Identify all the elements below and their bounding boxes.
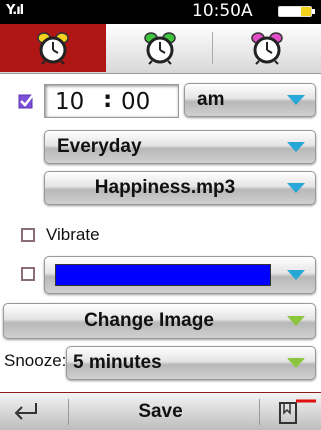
- alarm-clock-icon: [143, 32, 176, 65]
- ampm-value: am: [197, 89, 225, 110]
- signal-icon: Y.ıl: [6, 3, 24, 18]
- alarm-enabled-checkbox[interactable]: [18, 92, 34, 109]
- repeat-select[interactable]: Everyday: [44, 130, 316, 164]
- snooze-value: 5 minutes: [73, 352, 162, 373]
- softkey-bar: Save: [0, 392, 321, 430]
- hour-field[interactable]: 10: [55, 89, 84, 115]
- alarm-settings-panel: 10 : 00 am Everyday Happiness.mp3 Vibrat…: [0, 74, 321, 392]
- snooze-select[interactable]: 5 minutes: [66, 346, 316, 380]
- minute-field[interactable]: 00: [121, 89, 150, 115]
- chevron-down-icon: [287, 183, 305, 193]
- status-bar: Y.ıl 10:50A: [0, 0, 321, 22]
- bookmark-icon: [279, 399, 316, 424]
- repeat-value: Everyday: [57, 136, 142, 157]
- vibrate-label: Vibrate: [46, 225, 100, 244]
- tab-alarm-3[interactable]: [213, 24, 321, 72]
- chevron-down-icon: [287, 316, 305, 326]
- snooze-label: Snooze:: [4, 351, 67, 370]
- alarm-tabs: [0, 24, 321, 74]
- chevron-down-icon: [287, 358, 305, 368]
- checkmark-icon: [18, 94, 34, 109]
- color-checkbox[interactable]: [21, 267, 35, 281]
- alarm-clock-icon: [37, 32, 69, 65]
- chevron-down-icon: [287, 95, 305, 105]
- change-image-button[interactable]: Change Image: [3, 303, 316, 339]
- sound-value: Happiness.mp3: [94, 177, 236, 198]
- time-separator: :: [103, 87, 113, 113]
- save-button[interactable]: Save: [70, 393, 250, 430]
- chevron-down-icon: [287, 270, 305, 280]
- alarm-clock-icon: [251, 32, 283, 65]
- color-swatch: [55, 264, 271, 286]
- change-image-label: Change Image: [84, 310, 214, 331]
- chevron-down-icon: [287, 142, 305, 152]
- vibrate-checkbox[interactable]: [21, 228, 35, 242]
- tab-alarm-2[interactable]: [107, 24, 212, 72]
- battery-icon: [278, 6, 315, 17]
- ampm-select[interactable]: am: [184, 83, 316, 117]
- color-select[interactable]: [44, 256, 316, 294]
- status-clock: 10:50A: [192, 1, 253, 21]
- bookmark-button[interactable]: [262, 393, 321, 430]
- tab-alarm-1[interactable]: [0, 24, 106, 72]
- sound-select[interactable]: Happiness.mp3: [44, 171, 316, 205]
- time-input[interactable]: 10 : 00: [44, 84, 179, 118]
